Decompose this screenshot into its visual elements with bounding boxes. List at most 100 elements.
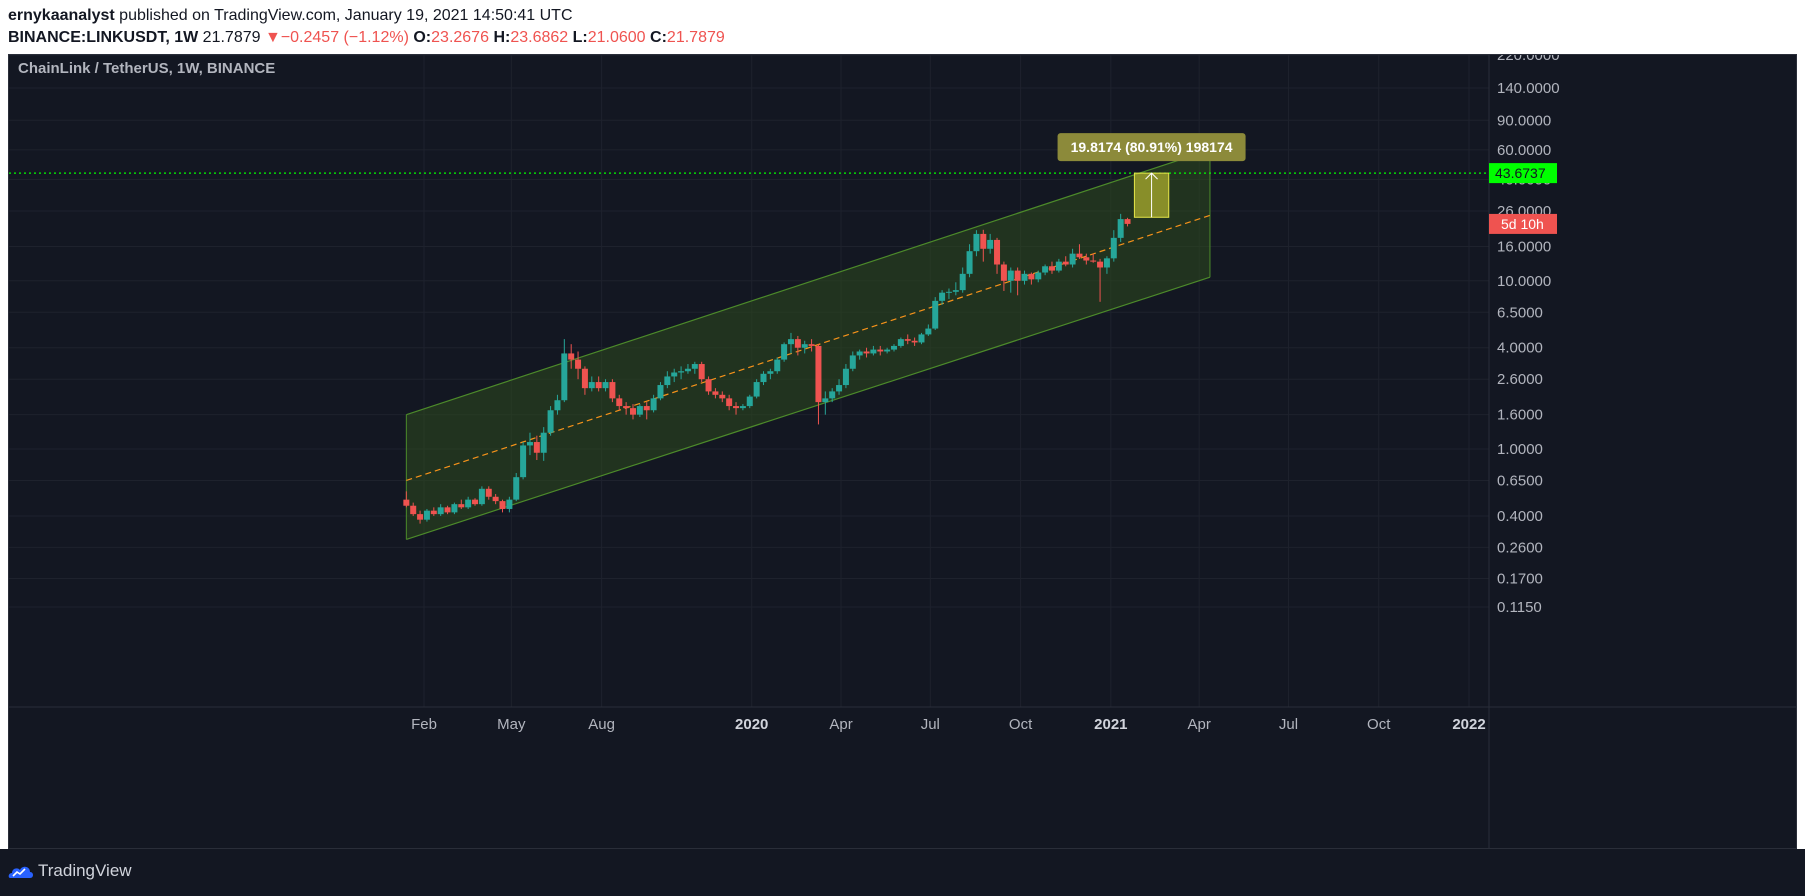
target-price-label: 43.6737 (1495, 165, 1546, 181)
candle-up (836, 385, 843, 392)
candle-down (1097, 261, 1104, 268)
candle-up (636, 406, 643, 415)
x-tick-label: Apr (1187, 716, 1210, 733)
candle-up (939, 292, 946, 301)
candle-up (1055, 261, 1062, 271)
high-label: H: (493, 29, 511, 46)
time-axis[interactable]: Feb May Aug 2020 Apr Jul Oct 2021 Apr Jul Oct 2022 (411, 716, 1486, 733)
published-text: published on TradingView.com, January 19… (114, 7, 573, 24)
x-tick-label: Jul (1279, 716, 1298, 733)
y-tick-label: 10.0000 (1497, 273, 1551, 290)
drawings[interactable]: 19.8174 (80.91%) 198174 (9, 133, 1489, 218)
candle-down (533, 442, 540, 453)
candle-down (994, 239, 1001, 265)
y-tick-label: 220.0000 (1497, 55, 1560, 64)
y-tick-label: 0.6500 (1497, 472, 1543, 489)
candle-down (1062, 261, 1069, 265)
candle-down (643, 406, 650, 411)
tradingview-logo[interactable]: TradingView (8, 861, 132, 881)
candle-down (616, 398, 623, 407)
candle-down (1090, 260, 1097, 262)
symbol-label: BINANCE:LINKUSDT (8, 29, 166, 46)
candle-up (932, 300, 939, 329)
y-tick-label: 0.4000 (1497, 508, 1543, 525)
y-tick-label: 140.0000 (1497, 80, 1560, 97)
candle-down (430, 510, 437, 515)
last-price: 21.7879 (202, 29, 261, 46)
candle-up (506, 499, 513, 509)
candle-up (945, 291, 952, 293)
tradingview-cloud-icon (8, 866, 34, 878)
candle-up (801, 344, 808, 348)
candle-down (444, 507, 451, 513)
candle-down (417, 514, 424, 520)
y-tick-label: 0.1700 (1497, 570, 1543, 587)
candle-up (1117, 219, 1124, 238)
candle-up (520, 445, 527, 478)
candle-up (588, 382, 595, 389)
parallel-channel[interactable] (405, 149, 1211, 541)
candle-up (678, 371, 685, 373)
y-tick-label: 16.0000 (1497, 238, 1551, 255)
x-tick-label: Jul (921, 716, 940, 733)
candle-up (842, 368, 849, 386)
x-tick-label: Apr (829, 716, 852, 733)
candle-up (602, 382, 609, 389)
candle-up (897, 339, 904, 346)
x-tick-label: Oct (1367, 716, 1391, 733)
x-tick-label: Feb (411, 716, 437, 733)
chart-area[interactable]: 19.8174 (80.91%) 198174 220.0000 140.0000… (8, 54, 1797, 849)
candle-down (623, 406, 630, 409)
candle-down (492, 496, 499, 502)
brand-name: TradingView (38, 861, 132, 880)
candle-up (781, 344, 788, 360)
candle-down (733, 406, 740, 409)
candle-up (787, 339, 794, 345)
close-value: 21.7879 (666, 29, 725, 46)
candle-down (458, 504, 465, 508)
candle-up (767, 371, 774, 374)
candle-down (575, 359, 582, 369)
candle-down (1014, 270, 1021, 281)
candle-down (1076, 253, 1083, 258)
candle-down (472, 499, 479, 505)
candle-up (540, 432, 547, 453)
publication-header: ernykaanalyst published on TradingView.c… (0, 0, 1805, 54)
candle-up (1007, 270, 1014, 281)
candle-up (526, 442, 533, 446)
candle-up (1110, 237, 1117, 259)
candle-up (657, 385, 664, 399)
y-tick-label: 1.0000 (1497, 441, 1543, 458)
candle-down (698, 364, 705, 380)
author-name[interactable]: ernykaanalyst (8, 7, 115, 24)
candle-up (973, 233, 980, 252)
y-tick-label: 0.2600 (1497, 539, 1543, 556)
candle-down (499, 501, 506, 509)
candle-down (712, 391, 719, 395)
candle-down (609, 382, 616, 399)
candle-down (808, 344, 815, 346)
ohlc-line: BINANCE:LINKUSDT, 1W 21.7879 ▼−0.2457 (−… (8, 29, 725, 46)
candle-down (1000, 264, 1007, 281)
y-tick-label: 6.5000 (1497, 304, 1543, 321)
candle-up (554, 400, 561, 411)
candle-up (739, 406, 746, 409)
candle-down (403, 499, 410, 506)
price-axis[interactable]: 220.0000140.000090.000060.000040.000026.… (1489, 55, 1560, 616)
candle-up (746, 396, 753, 407)
price-chart[interactable]: 19.8174 (80.91%) 198174 220.0000 140.0000… (9, 55, 1796, 848)
candle-up (650, 398, 657, 411)
down-arrow-icon: ▼ (264, 29, 281, 46)
candle-up (870, 349, 877, 354)
candle-down (911, 340, 918, 343)
price-change: −0.2457 (−1.12%) (280, 29, 409, 46)
candle-up (1069, 253, 1076, 265)
y-tick-label: 90.0000 (1497, 112, 1551, 129)
candle-down (719, 394, 726, 399)
candle-down (581, 368, 588, 389)
candle-down (863, 351, 870, 354)
y-tick-label: 4.0000 (1497, 340, 1543, 357)
footer: TradingView (0, 849, 1805, 896)
candle-up (547, 410, 554, 433)
countdown-label: 5d 10h (1501, 216, 1544, 232)
